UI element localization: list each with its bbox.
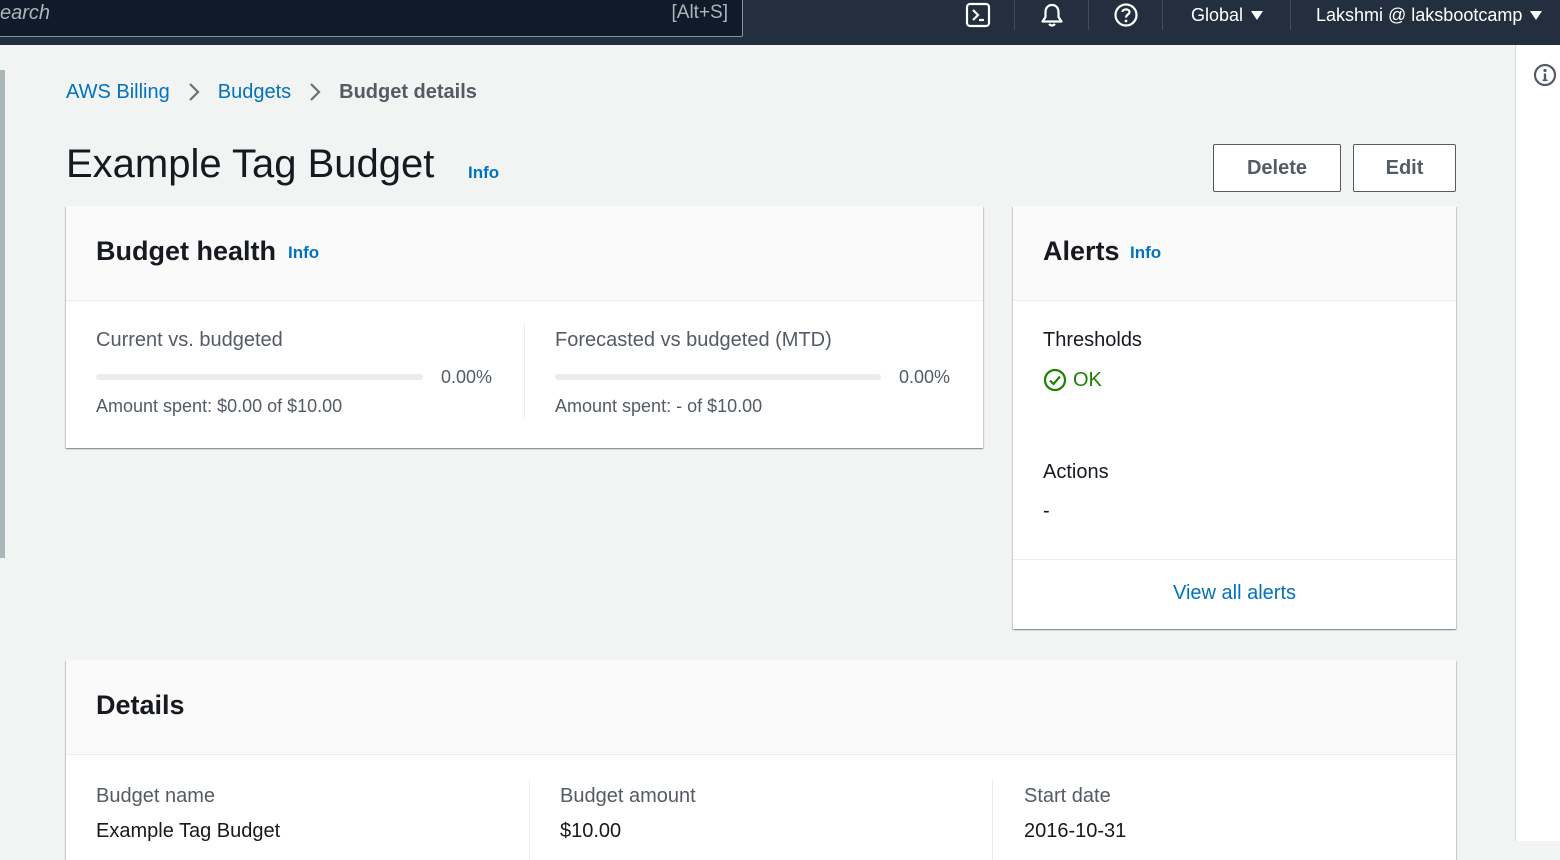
actions-label: Actions [1043,461,1109,483]
account-menu[interactable]: Lakshmi @ laksbootcamp [1304,0,1554,30]
caret-down-icon [1251,10,1264,20]
current-percent: 0.00% [441,367,493,387]
card-title: Alerts [1043,236,1120,266]
breadcrumb-link-budgets[interactable]: Budgets [218,81,291,104]
delete-button[interactable]: Delete [1213,144,1341,192]
column-divider [529,780,530,860]
column-divider [992,780,993,860]
current-vs-budgeted-label: Current vs. budgeted [96,329,283,351]
start-date-label: Start date [1024,785,1111,807]
alerts-info-link[interactable]: Info [1130,243,1161,263]
top-navigation-bar: earch [Alt+S] Global Lakshmi @ laksbootc… [0,0,1560,45]
navigation-drawer-edge[interactable] [0,70,5,558]
search-placeholder: earch [0,2,51,24]
actions-value: - [1043,500,1050,522]
budget-health-info-link[interactable]: Info [288,243,319,263]
account-label: Lakshmi @ laksbootcamp [1316,4,1523,25]
bell-icon [1041,3,1063,27]
card-title: Details [96,690,185,720]
cloudshell-button[interactable] [960,0,996,30]
details-card: Details Budget name Example Tag Budget B… [66,660,1456,860]
search-input[interactable]: earch [Alt+S] [0,0,743,37]
budget-amount-value: $10.00 [560,820,622,842]
breadcrumb-current: Budget details [339,80,477,103]
help-icon [1114,3,1138,27]
view-all-alerts-link[interactable]: View all alerts [1013,582,1456,605]
card-footer-divider [1013,559,1456,560]
start-date-value: 2016-10-31 [1024,820,1127,842]
forecasted-vs-budgeted-label: Forecasted vs budgeted (MTD) [555,329,832,351]
notifications-button[interactable] [1034,0,1070,30]
topbar-divider [1290,0,1291,30]
card-header: Alerts Info [1013,206,1456,301]
info-icon[interactable] [1533,63,1557,87]
thresholds-status: OK [1043,368,1102,392]
card-header: Budget health Info [66,206,983,301]
tools-panel [1515,45,1560,841]
caret-down-icon [1530,10,1543,20]
check-circle-icon [1043,368,1067,392]
chevron-right-icon [188,83,200,101]
alerts-card: Alerts Info Thresholds OK Actions - View… [1013,206,1456,629]
forecast-amount-spent: Amount spent: - of $10.00 [555,396,763,416]
thresholds-status-text: OK [1073,368,1102,391]
breadcrumb-link-aws-billing[interactable]: AWS Billing [66,81,170,104]
topbar-divider [1088,0,1089,30]
thresholds-label: Thresholds [1043,329,1142,351]
region-selector[interactable]: Global [1178,0,1276,30]
chevron-right-icon [310,83,321,101]
page-info-link[interactable]: Info [468,163,499,183]
help-button[interactable] [1108,0,1144,30]
card-header: Details [66,660,1456,755]
current-amount-spent: Amount spent: $0.00 of $10.00 [96,396,343,416]
card-title: Budget health [96,236,276,266]
breadcrumb: AWS Billing Budgets Budget details [66,78,477,106]
page-title: Example Tag Budget [66,142,435,186]
budget-amount-label: Budget amount [560,785,696,807]
column-divider [524,324,525,418]
budget-name-label: Budget name [96,785,215,807]
forecast-progress-bar [555,374,881,380]
edit-button[interactable]: Edit [1353,144,1456,192]
cloudshell-icon [965,2,991,28]
forecast-percent: 0.00% [899,367,951,387]
search-shortcut-hint: [Alt+S] [671,2,729,23]
topbar-divider [1162,0,1163,30]
current-progress-bar [96,374,423,380]
budget-health-card: Budget health Info Current vs. budgeted … [66,206,983,448]
budget-name-value: Example Tag Budget [96,820,281,842]
region-label: Global [1190,4,1244,25]
topbar-divider [1014,0,1015,30]
